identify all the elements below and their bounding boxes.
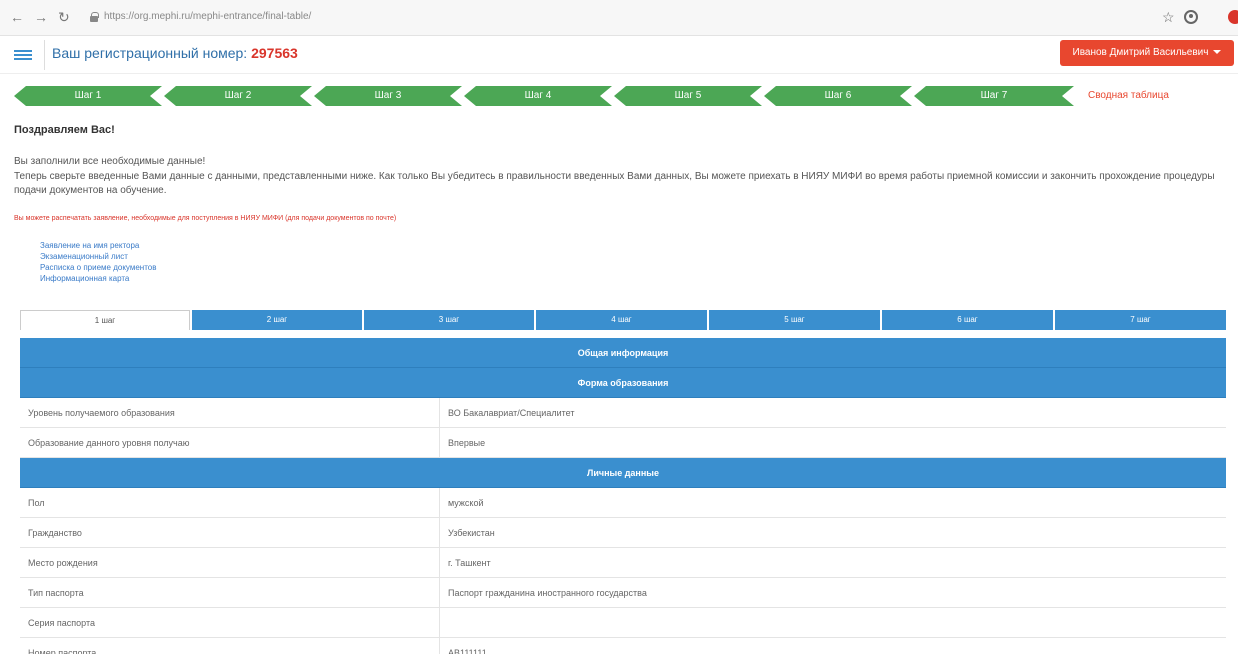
row-label: Серия паспорта (20, 608, 440, 638)
tab-step-6[interactable]: 6 шаг (882, 310, 1053, 330)
step-4[interactable]: Шаг 4 (464, 86, 612, 106)
row-label: Гражданство (20, 518, 440, 548)
doc-link-exam-sheet[interactable]: Экзаменационный лист (40, 251, 156, 262)
tab-step-2[interactable]: 2 шаг (192, 310, 362, 330)
step-1[interactable]: Шаг 1 (14, 86, 162, 106)
step-6[interactable]: Шаг 6 (764, 86, 912, 106)
table-row: Серия паспорта (20, 608, 1226, 638)
header-divider (44, 40, 45, 70)
doc-link-info-card[interactable]: Информационная карта (40, 273, 156, 284)
row-label: Номер паспорта (20, 638, 440, 654)
section-general-info: Общая информация (20, 338, 1226, 368)
table-row: Образование данного уровня получаю Вперв… (20, 428, 1226, 458)
lock-icon (90, 12, 99, 22)
tab-step-4[interactable]: 4 шаг (536, 310, 707, 330)
steps-nav: Шаг 1 Шаг 2 Шаг 3 Шаг 4 Шаг 5 Шаг 6 Шаг … (14, 86, 1074, 106)
row-value: Впервые (448, 438, 486, 448)
tab-step-3[interactable]: 3 шаг (364, 310, 534, 330)
registration-title: Ваш регистрационный номер: 297563 (52, 45, 298, 61)
table-row: Уровень получаемого образования ВО Бакал… (20, 398, 1226, 428)
doc-link-application[interactable]: Заявление на имя ректора (40, 240, 156, 251)
table-row: Тип паспорта Паспорт гражданина иностран… (20, 578, 1226, 608)
registration-number: 297563 (251, 45, 298, 61)
menu-icon[interactable] (14, 50, 32, 60)
tab-step-5[interactable]: 5 шаг (709, 310, 880, 330)
step-7[interactable]: Шаг 7 (914, 86, 1074, 106)
step-5[interactable]: Шаг 5 (614, 86, 762, 106)
document-links: Заявление на имя ректора Экзаменационный… (40, 240, 156, 284)
tab-step-1[interactable]: 1 шаг (20, 310, 190, 330)
registration-label: Ваш регистрационный номер: (52, 45, 248, 61)
congrats-heading: Поздравляем Вас! (14, 124, 115, 136)
reload-icon[interactable]: ↻ (58, 9, 70, 25)
table-row: Гражданство Узбекистан (20, 518, 1226, 548)
tab-step-7[interactable]: 7 шаг (1055, 310, 1226, 330)
bookmark-star-icon[interactable]: ☆ (1162, 9, 1175, 26)
row-value: мужской (448, 498, 484, 508)
user-name: Иванов Дмитрий Васильевич (1072, 47, 1209, 58)
row-label: Уровень получаемого образования (20, 398, 440, 428)
back-icon[interactable]: ← (10, 9, 24, 25)
step-2[interactable]: Шаг 2 (164, 86, 312, 106)
row-value: ВО Бакалавриат/Специалитет (448, 408, 575, 418)
url-text: https://org.mephi.ru/mephi-entrance/fina… (104, 11, 312, 22)
info-text-2: Теперь сверьте введенные Вами данные с д… (14, 171, 1215, 196)
section-personal-data: Личные данные (20, 458, 1226, 488)
table-row: Пол мужской (20, 488, 1226, 518)
user-menu-button[interactable]: Иванов Дмитрий Васильевич (1060, 40, 1234, 66)
print-note: Вы можете распечатать заявление, необход… (14, 215, 397, 222)
row-label: Место рождения (20, 548, 440, 578)
row-label: Тип паспорта (20, 578, 440, 608)
browser-toolbar: ← → ↻ https://org.mephi.ru/mephi-entranc… (0, 0, 1238, 36)
app-header: Ваш регистрационный номер: 297563 Иванов… (0, 36, 1238, 74)
summary-table: Общая информация Форма образования Урове… (20, 338, 1226, 654)
section-education-form: Форма образования (20, 368, 1226, 398)
table-row: Номер паспорта АВ111111 (20, 638, 1226, 654)
row-value: г. Ташкент (448, 558, 491, 568)
info-text-1: Вы заполнили все необходимые данные! (14, 156, 206, 167)
summary-table-link[interactable]: Сводная таблица (1088, 90, 1169, 101)
row-value: Паспорт гражданина иностранного государс… (448, 588, 647, 598)
row-value (440, 608, 1226, 638)
extension-icon[interactable] (1228, 10, 1238, 24)
forward-icon[interactable]: → (34, 9, 48, 25)
row-label: Пол (20, 488, 440, 518)
row-value: Узбекистан (448, 528, 495, 538)
caret-down-icon (1213, 50, 1222, 55)
profile-icon[interactable] (1184, 10, 1198, 24)
table-row: Место рождения г. Ташкент (20, 548, 1226, 578)
step-3[interactable]: Шаг 3 (314, 86, 462, 106)
row-value: АВ111111 (448, 648, 487, 654)
doc-link-receipt[interactable]: Расписка о приеме документов (40, 262, 156, 273)
step-tabs: 1 шаг 2 шаг 3 шаг 4 шаг 5 шаг 6 шаг 7 ша… (20, 310, 1226, 330)
address-bar[interactable]: https://org.mephi.ru/mephi-entrance/fina… (84, 7, 1194, 29)
row-label: Образование данного уровня получаю (20, 428, 440, 458)
